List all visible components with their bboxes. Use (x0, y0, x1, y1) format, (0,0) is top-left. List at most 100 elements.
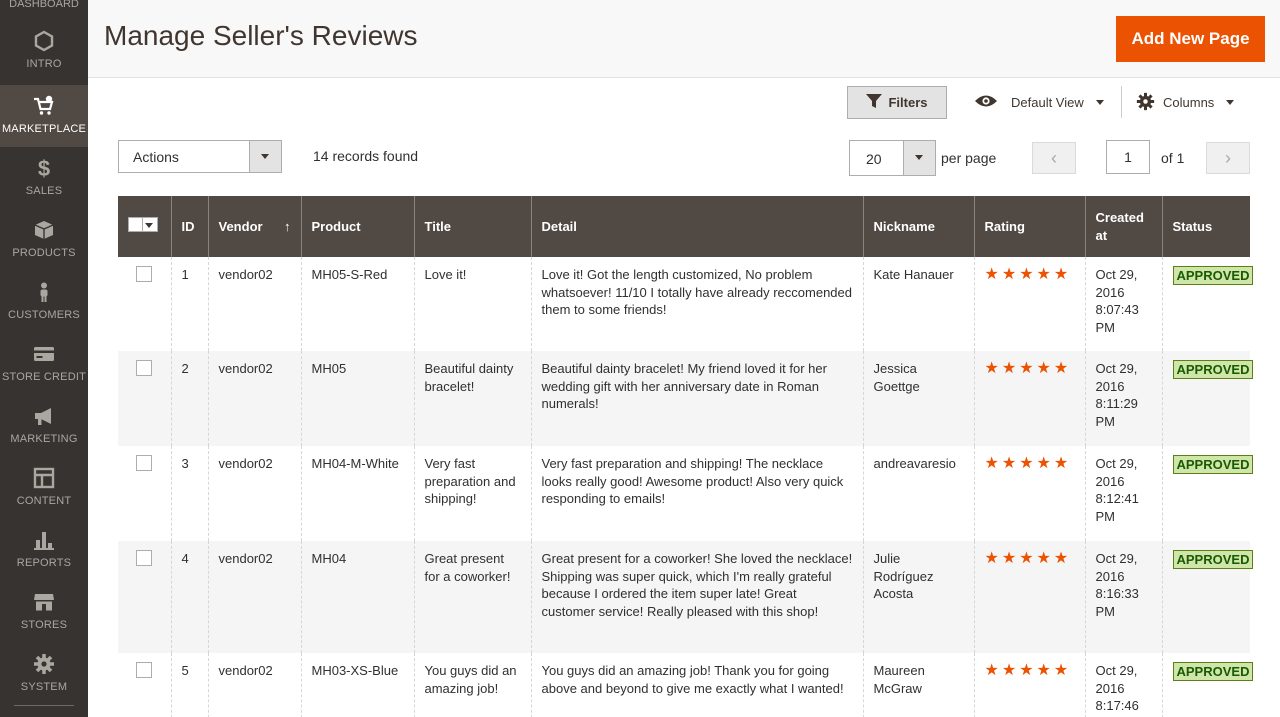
cell-created-at: Oct 29, 2016 8:17:46 (1085, 653, 1163, 717)
eye-icon (974, 94, 998, 111)
cell-vendor: vendor02 (208, 653, 302, 717)
cell-nickname: Maureen McGraw (863, 653, 975, 717)
table-row[interactable]: 5 vendor02 MH03-XS-Blue You guys did an … (118, 653, 1254, 717)
column-header-nickname[interactable]: Nickname (863, 196, 975, 257)
cell-rating: ★★★★★ (974, 653, 1086, 717)
sidebar-item-stores[interactable]: STORES (0, 581, 88, 643)
sidebar-item-label: MARKETPLACE (1, 123, 87, 135)
cell-title: You guys did an amazing job! (414, 653, 532, 717)
table-row[interactable]: 3 vendor02 MH04-M-White Very fast prepar… (118, 446, 1254, 541)
column-header-label: Vendor (218, 218, 263, 234)
cell-product: MH03-XS-Blue (301, 653, 415, 717)
person-icon (0, 281, 88, 307)
sidebar-item-customers[interactable]: CUSTOMERS (0, 271, 88, 333)
next-page-button[interactable]: › (1206, 142, 1250, 174)
mass-select-checkbox[interactable] (129, 218, 143, 231)
column-header-rating[interactable]: Rating (974, 196, 1086, 257)
cell-created-at: Oct 29, 2016 8:07:43 PM (1085, 257, 1163, 351)
sidebar-item-products[interactable]: PRODUCTS (0, 209, 88, 271)
cell-nickname: Julie Rodríguez Acosta (863, 541, 975, 653)
cell-rating: ★★★★★ (974, 541, 1086, 653)
sidebar-item-content[interactable]: CONTENT (0, 457, 88, 519)
sidebar-item-marketplace[interactable]: MARKETPLACE (0, 85, 88, 147)
chevron-down-icon (915, 155, 923, 160)
sidebar-divider (14, 705, 74, 706)
cell-detail: Very fast preparation and shipping! The … (531, 446, 864, 541)
column-header-status[interactable]: Status (1162, 196, 1250, 257)
sort-ascending-icon: ↑ (284, 218, 291, 234)
cell-title: Beautiful dainty bracelet! (414, 351, 532, 446)
column-header-created-at[interactable]: Created at (1085, 196, 1163, 257)
sidebar-item-sales[interactable]: $ SALES (0, 147, 88, 209)
sidebar-item-label: SALES (25, 185, 63, 197)
previous-page-button[interactable]: ‹ (1032, 142, 1076, 174)
chevron-down-icon (1095, 100, 1104, 105)
status-badge: APPROVED (1172, 455, 1254, 474)
status-badge: APPROVED (1172, 360, 1254, 379)
sidebar-item-label: CONTENT (16, 495, 72, 507)
row-select-cell (118, 446, 172, 541)
cell-title: Love it! (414, 257, 532, 351)
add-new-page-button[interactable]: Add New Page (1116, 16, 1265, 62)
cell-vendor: vendor02 (208, 446, 302, 541)
actions-toggle[interactable] (249, 141, 281, 172)
rating-stars: ★★★★★ (984, 662, 1072, 679)
rating-stars: ★★★★★ (984, 550, 1072, 567)
cell-created-at: Oct 29, 2016 8:16:33 PM (1085, 541, 1163, 653)
row-checkbox[interactable] (136, 455, 152, 471)
default-view-dropdown[interactable]: Default View (974, 90, 1104, 115)
row-checkbox[interactable] (136, 360, 152, 376)
column-header-product[interactable]: Product (301, 196, 415, 257)
column-header-vendor[interactable]: Vendor ↑ (208, 196, 302, 257)
chevron-down-icon (145, 223, 153, 228)
table-row[interactable]: 1 vendor02 MH05-S-Red Love it! Love it! … (118, 257, 1254, 351)
actions-dropdown[interactable]: Actions (118, 140, 282, 173)
reviews-grid: ID Vendor ↑ Product Title Detail Nickname… (118, 196, 1254, 717)
table-row[interactable]: 4 vendor02 MH04 Great present for a cowo… (118, 541, 1254, 653)
sidebar-item-dashboard[interactable]: DASHBOARD (0, 0, 88, 10)
chevron-right-icon: › (1225, 147, 1231, 168)
column-header-detail[interactable]: Detail (531, 196, 864, 257)
row-checkbox[interactable] (136, 266, 152, 282)
cell-nickname: Kate Hanauer (863, 257, 975, 351)
cell-title: Very fast preparation and shipping! (414, 446, 532, 541)
column-header-title[interactable]: Title (414, 196, 532, 257)
sidebar-item-label: STORES (20, 619, 68, 631)
cell-id: 5 (171, 653, 209, 717)
chevron-left-icon: ‹ (1051, 147, 1057, 168)
row-checkbox[interactable] (136, 662, 152, 678)
filters-button[interactable]: Filters (847, 86, 947, 119)
megaphone-icon (0, 405, 88, 431)
gear-icon (1136, 92, 1155, 114)
mass-select-header[interactable] (118, 196, 172, 257)
cell-detail: Beautiful dainty bracelet! My friend lov… (531, 351, 864, 446)
per-page-select[interactable]: 20 (849, 140, 936, 176)
credit-card-icon (0, 343, 88, 369)
mass-select-dropdown[interactable] (128, 217, 158, 232)
hexagon-icon (0, 30, 88, 56)
filters-label: Filters (888, 95, 928, 110)
columns-dropdown[interactable]: Columns (1136, 90, 1235, 115)
cell-rating: ★★★★★ (974, 446, 1086, 541)
cell-nickname: Jessica Goettge (863, 351, 975, 446)
status-badge: APPROVED (1172, 550, 1254, 569)
row-checkbox[interactable] (136, 550, 152, 566)
sidebar-item-marketing[interactable]: MARKETING (0, 395, 88, 457)
sidebar-item-intro[interactable]: INTRO (0, 20, 88, 82)
per-page-toggle[interactable] (903, 141, 935, 175)
layout-icon (0, 467, 88, 493)
sidebar-item-reports[interactable]: REPORTS (0, 519, 88, 581)
sidebar-item-store-credit[interactable]: STORE CREDIT (0, 333, 88, 395)
cell-id: 2 (171, 351, 209, 446)
box-icon (0, 219, 88, 245)
cart-icon (0, 95, 88, 121)
table-row[interactable]: 2 vendor02 MH05 Beautiful dainty bracele… (118, 351, 1254, 446)
cell-status: APPROVED (1162, 541, 1254, 653)
page-header: Manage Seller's Reviews Add New Page (88, 0, 1280, 78)
cell-status: APPROVED (1162, 446, 1254, 541)
page-number-input[interactable]: 1 (1106, 140, 1150, 174)
sidebar-item-system[interactable]: SYSTEM (0, 643, 88, 705)
column-header-id[interactable]: ID (171, 196, 209, 257)
cell-created-at: Oct 29, 2016 8:11:29 PM (1085, 351, 1163, 446)
row-select-cell (118, 541, 172, 653)
